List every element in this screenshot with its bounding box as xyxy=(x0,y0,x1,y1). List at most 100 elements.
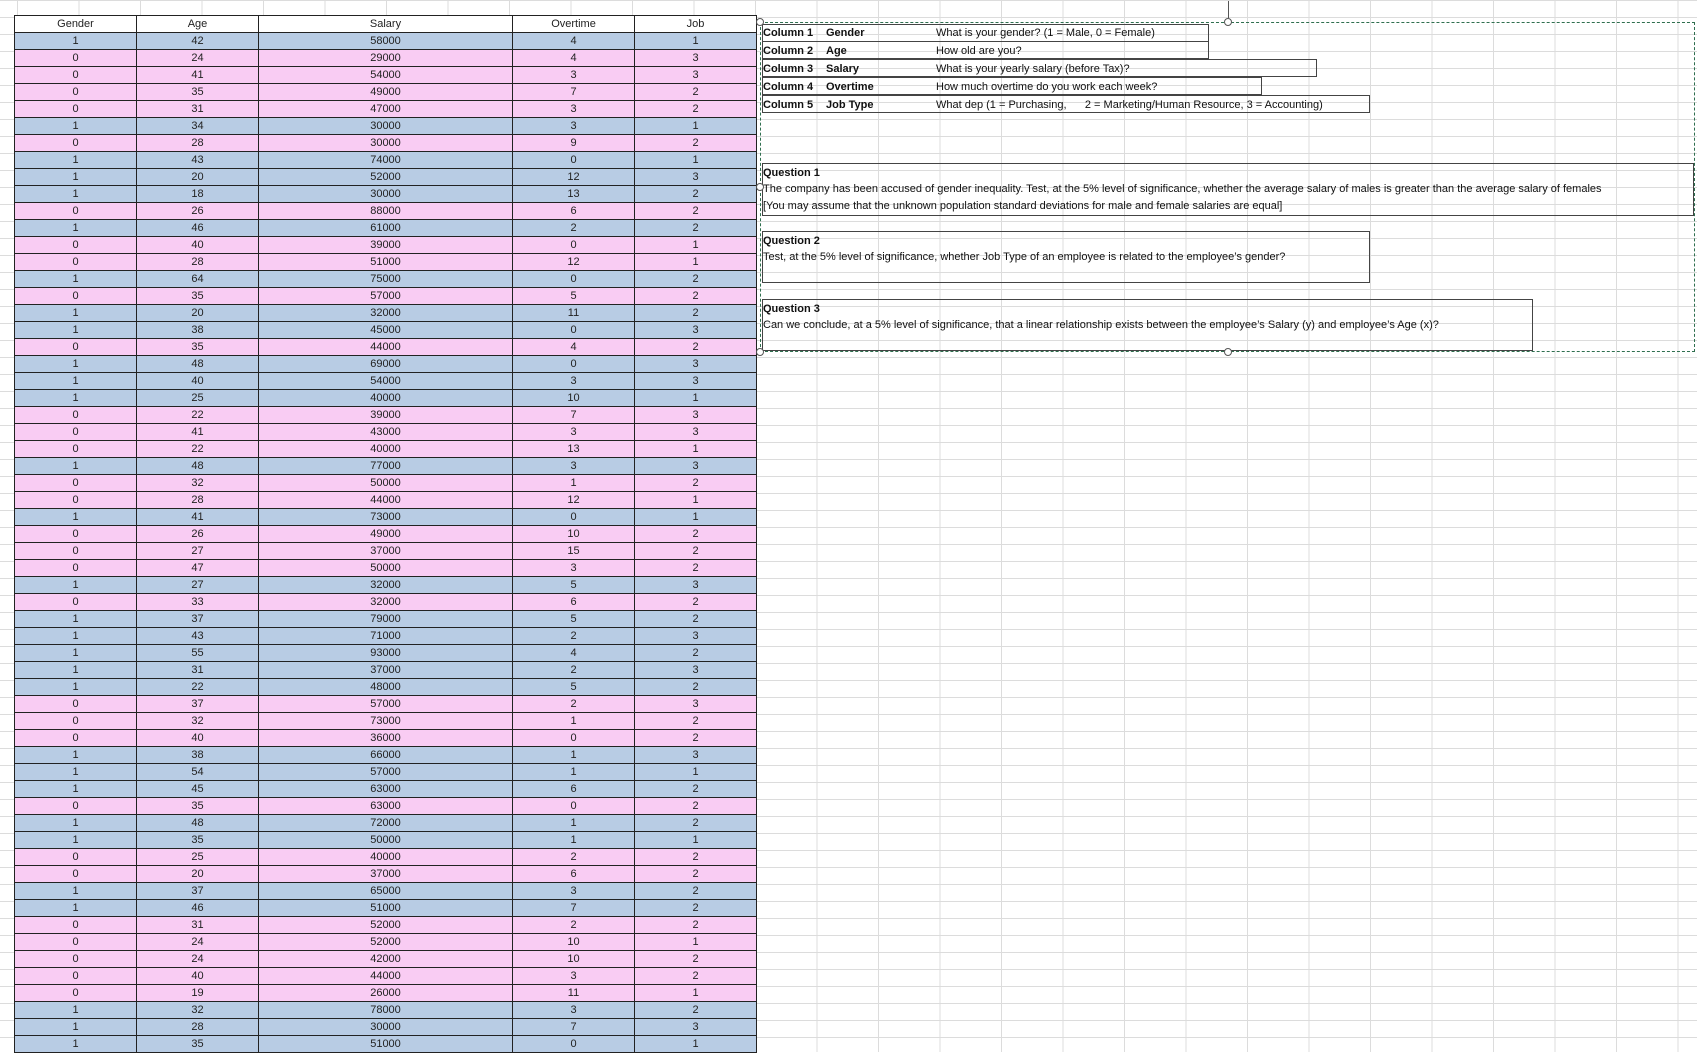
cell-gender[interactable]: 0 xyxy=(14,236,137,254)
cell-age[interactable]: 35 xyxy=(136,83,259,101)
cell-age[interactable]: 35 xyxy=(136,1035,259,1053)
cell-age[interactable]: 43 xyxy=(136,627,259,645)
cell-salary[interactable]: 37000 xyxy=(258,661,513,679)
cell-job[interactable]: 1 xyxy=(634,440,757,458)
cell-age[interactable]: 38 xyxy=(136,746,259,764)
cell-overtime[interactable]: 15 xyxy=(512,542,635,560)
header-job[interactable]: Job xyxy=(634,15,757,33)
cell-gender[interactable]: 0 xyxy=(14,865,137,883)
cell-age[interactable]: 48 xyxy=(136,355,259,373)
cell-job[interactable]: 2 xyxy=(634,729,757,747)
cell-salary[interactable]: 54000 xyxy=(258,372,513,390)
cell-overtime[interactable]: 9 xyxy=(512,134,635,152)
cell-job[interactable]: 3 xyxy=(634,695,757,713)
cell-salary[interactable]: 57000 xyxy=(258,763,513,781)
cell-salary[interactable]: 52000 xyxy=(258,168,513,186)
cell-overtime[interactable]: 3 xyxy=(512,372,635,390)
cell-job[interactable]: 2 xyxy=(634,865,757,883)
cell-overtime[interactable]: 6 xyxy=(512,593,635,611)
cell-gender[interactable]: 1 xyxy=(14,1018,137,1036)
cell-salary[interactable]: 40000 xyxy=(258,389,513,407)
cell-gender[interactable]: 1 xyxy=(14,32,137,50)
cell-overtime[interactable]: 2 xyxy=(512,627,635,645)
cell-job[interactable]: 2 xyxy=(634,338,757,356)
cell-age[interactable]: 19 xyxy=(136,984,259,1002)
cell-overtime[interactable]: 5 xyxy=(512,678,635,696)
cell-overtime[interactable]: 10 xyxy=(512,525,635,543)
cell-gender[interactable]: 1 xyxy=(14,457,137,475)
cell-overtime[interactable]: 7 xyxy=(512,83,635,101)
cell-overtime[interactable]: 0 xyxy=(512,729,635,747)
cell-job[interactable]: 2 xyxy=(634,185,757,203)
cell-gender[interactable]: 1 xyxy=(14,1001,137,1019)
cell-age[interactable]: 28 xyxy=(136,1018,259,1036)
cell-job[interactable]: 1 xyxy=(634,984,757,1002)
cell-overtime[interactable]: 7 xyxy=(512,899,635,917)
cell-overtime[interactable]: 4 xyxy=(512,49,635,67)
cell-overtime[interactable]: 11 xyxy=(512,984,635,1002)
cell-salary[interactable]: 63000 xyxy=(258,797,513,815)
cell-salary[interactable]: 78000 xyxy=(258,1001,513,1019)
cell-job[interactable]: 2 xyxy=(634,916,757,934)
cell-age[interactable]: 31 xyxy=(136,100,259,118)
cell-gender[interactable]: 0 xyxy=(14,338,137,356)
cell-salary[interactable]: 50000 xyxy=(258,831,513,849)
cell-gender[interactable]: 0 xyxy=(14,797,137,815)
cell-job[interactable]: 1 xyxy=(634,1035,757,1053)
cell-age[interactable]: 27 xyxy=(136,576,259,594)
cell-gender[interactable]: 0 xyxy=(14,474,137,492)
cell-age[interactable]: 40 xyxy=(136,372,259,390)
cell-job[interactable]: 2 xyxy=(634,542,757,560)
cell-job[interactable]: 1 xyxy=(634,389,757,407)
cell-overtime[interactable]: 13 xyxy=(512,185,635,203)
cell-job[interactable]: 2 xyxy=(634,100,757,118)
cell-gender[interactable]: 0 xyxy=(14,83,137,101)
cell-age[interactable]: 25 xyxy=(136,389,259,407)
cell-age[interactable]: 22 xyxy=(136,678,259,696)
cell-gender[interactable]: 1 xyxy=(14,814,137,832)
cell-overtime[interactable]: 0 xyxy=(512,797,635,815)
cell-salary[interactable]: 42000 xyxy=(258,950,513,968)
cell-age[interactable]: 35 xyxy=(136,797,259,815)
cell-overtime[interactable]: 1 xyxy=(512,712,635,730)
cell-gender[interactable]: 0 xyxy=(14,66,137,84)
cell-salary[interactable]: 44000 xyxy=(258,967,513,985)
cell-salary[interactable]: 30000 xyxy=(258,117,513,135)
cell-gender[interactable]: 1 xyxy=(14,355,137,373)
cell-age[interactable]: 55 xyxy=(136,644,259,662)
cell-salary[interactable]: 52000 xyxy=(258,933,513,951)
cell-gender[interactable]: 0 xyxy=(14,423,137,441)
cell-job[interactable]: 2 xyxy=(634,678,757,696)
cell-age[interactable]: 54 xyxy=(136,763,259,781)
cell-age[interactable]: 26 xyxy=(136,202,259,220)
cell-job[interactable]: 1 xyxy=(634,151,757,169)
cell-gender[interactable]: 1 xyxy=(14,882,137,900)
cell-gender[interactable]: 0 xyxy=(14,593,137,611)
cell-salary[interactable]: 74000 xyxy=(258,151,513,169)
cell-gender[interactable]: 0 xyxy=(14,848,137,866)
cell-salary[interactable]: 37000 xyxy=(258,865,513,883)
cell-overtime[interactable]: 0 xyxy=(512,270,635,288)
cell-gender[interactable]: 0 xyxy=(14,967,137,985)
cell-gender[interactable]: 1 xyxy=(14,151,137,169)
cell-gender[interactable]: 0 xyxy=(14,100,137,118)
cell-overtime[interactable]: 1 xyxy=(512,763,635,781)
cell-overtime[interactable]: 10 xyxy=(512,950,635,968)
cell-salary[interactable]: 49000 xyxy=(258,525,513,543)
resize-handle-top-middle[interactable] xyxy=(1224,18,1232,26)
header-overtime[interactable]: Overtime xyxy=(512,15,635,33)
cell-job[interactable]: 3 xyxy=(634,661,757,679)
cell-job[interactable]: 3 xyxy=(634,746,757,764)
cell-job[interactable]: 1 xyxy=(634,763,757,781)
cell-salary[interactable]: 39000 xyxy=(258,406,513,424)
cell-salary[interactable]: 39000 xyxy=(258,236,513,254)
cell-overtime[interactable]: 3 xyxy=(512,423,635,441)
cell-overtime[interactable]: 3 xyxy=(512,66,635,84)
cell-gender[interactable]: 1 xyxy=(14,831,137,849)
cell-salary[interactable]: 58000 xyxy=(258,32,513,50)
cell-overtime[interactable]: 0 xyxy=(512,508,635,526)
cell-age[interactable]: 40 xyxy=(136,236,259,254)
cell-overtime[interactable]: 0 xyxy=(512,1035,635,1053)
cell-gender[interactable]: 1 xyxy=(14,661,137,679)
cell-overtime[interactable]: 2 xyxy=(512,695,635,713)
